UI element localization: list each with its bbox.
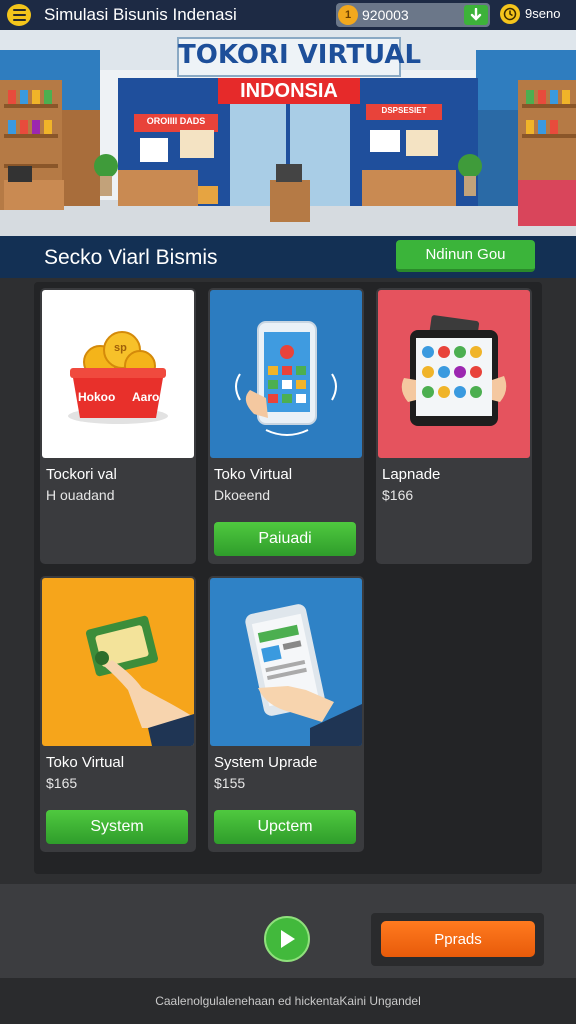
card-name: Tockori val [46, 466, 117, 483]
upgrade-button[interactable]: Pprads [381, 921, 535, 957]
basket-label-right: Aaro [132, 390, 160, 404]
product-card[interactable]: Hokoo Aaro sp Tockori val H ouadand [40, 288, 196, 564]
product-card[interactable]: System Uprade $155 Upctem [208, 576, 364, 852]
card-payment-thumbnail [42, 578, 194, 746]
add-coins-button[interactable] [464, 5, 488, 25]
smartphone-icon [235, 321, 337, 436]
tablet-thumbnail [378, 290, 530, 458]
bottom-bar: Pprads [0, 884, 576, 978]
card-action-button[interactable]: Upctem [214, 810, 356, 844]
coin-value: 920003 [362, 7, 409, 23]
header-action-button[interactable]: Ndinun Gou [396, 240, 535, 272]
download-arrow-icon [470, 8, 482, 21]
top-bar: Simulasi Bisunis Indenasi 1 920003 9seno [0, 0, 576, 30]
right-shop-sign: DSPSESIET [381, 106, 427, 115]
card-subtitle: H ouadand [46, 487, 115, 503]
card-subtitle: Dkoeend [214, 487, 271, 503]
gem-value: 9seno [525, 6, 561, 21]
store-banner: TOKORI VIRTUAL INDONSIA OROIIII DADS DSP… [0, 30, 576, 236]
store-subsign: INDONSIA [240, 80, 338, 102]
coin-label: sp [114, 342, 127, 354]
card-name: Toko Virtual [46, 754, 125, 771]
store-sign: TOKORI VIRTUAL [178, 40, 422, 70]
section-title: Secko Viarl Bismis [44, 246, 218, 269]
card-subtitle: $166 [382, 487, 414, 503]
product-card[interactable]: Lapnade $166 [376, 288, 532, 564]
footer-text: Caalenolgulalenehaan ed hickentaKaini Un… [155, 994, 421, 1008]
product-grid: Hokoo Aaro sp Tockori val H ouadand Toko… [34, 282, 542, 874]
footer: Caalenolgulalenehaan ed hickentaKaini Un… [0, 978, 576, 1024]
product-card[interactable]: Toko Virtual Dkoeend Paiuadi [208, 288, 364, 564]
card-name: System Uprade [214, 754, 318, 771]
menu-icon[interactable] [7, 4, 31, 26]
basket-label-left: Hokoo [78, 390, 116, 404]
coin-balance: 1 920003 [336, 3, 490, 27]
coin-basket-thumbnail: Hokoo Aaro sp [42, 290, 194, 458]
product-card[interactable]: Toko Virtual $165 System [40, 576, 196, 852]
play-button[interactable] [264, 916, 310, 962]
play-icon [281, 930, 295, 948]
phone-in-hand-icon [245, 604, 362, 746]
tablet-icon [401, 315, 507, 426]
card-action-button[interactable]: Paiuadi [214, 522, 356, 556]
payment-card-icon [85, 615, 194, 746]
timer-icon [500, 4, 520, 24]
card-subtitle: $155 [214, 775, 246, 791]
section-header: Secko Viarl Bismis Ndinun Gou [0, 236, 576, 278]
phone-app-thumbnail [210, 290, 362, 458]
coin-icon: 1 [338, 5, 358, 25]
coin-basket-icon [68, 331, 168, 424]
card-name: Toko Virtual [214, 466, 293, 483]
upgrade-panel: Pprads [371, 913, 544, 966]
left-shop-sign: OROIIII DADS [146, 116, 206, 126]
system-upgrade-thumbnail [210, 578, 362, 746]
card-name: Lapnade [382, 466, 441, 483]
app-title: Simulasi Bisunis Indenasi [44, 5, 237, 24]
card-subtitle: $165 [46, 775, 78, 791]
card-action-button[interactable]: System [46, 810, 188, 844]
